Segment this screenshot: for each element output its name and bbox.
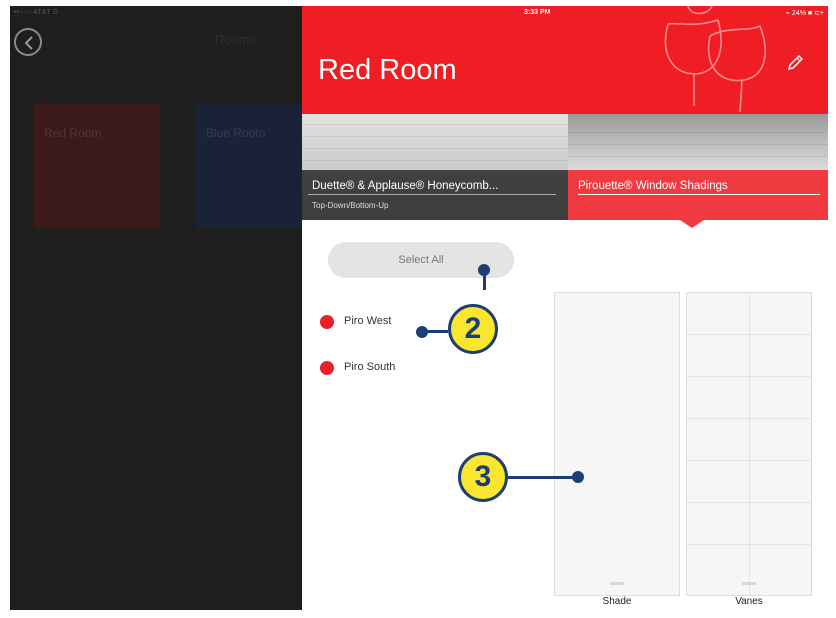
shade-label: Piro South bbox=[344, 361, 396, 373]
shade-status-dot bbox=[320, 315, 334, 329]
shade-handle[interactable] bbox=[610, 582, 624, 585]
rooms-title: Rooms bbox=[215, 32, 257, 47]
status-time: 3:33 PM bbox=[524, 9, 551, 16]
rooms-pane-dimmed: ••○○○ AT&T ☰ Rooms Red Room Blue Room bbox=[10, 6, 322, 610]
callout-leader-dot bbox=[478, 264, 490, 276]
product-caption: Duette® & Applause® Honeycomb... Top-Dow… bbox=[302, 170, 568, 220]
shade-position-slider[interactable] bbox=[554, 292, 680, 596]
back-button[interactable] bbox=[14, 28, 42, 56]
callout-2: 2 bbox=[448, 304, 498, 354]
room-detail-pane: 3:33 PM ⌁ 24% ■ ⊂+ Red Room Duette® & Ap… bbox=[302, 6, 828, 610]
callout-leader bbox=[508, 476, 576, 479]
product-caption: Pirouette® Window Shadings bbox=[568, 170, 828, 220]
stage: ••○○○ AT&T ☰ Rooms Red Room Blue Room 3:… bbox=[0, 0, 836, 618]
room-title: Red Room bbox=[318, 54, 457, 86]
pencil-icon[interactable] bbox=[786, 54, 804, 72]
status-carrier: ••○○○ AT&T ☰ bbox=[14, 9, 59, 16]
shade-label: Piro West bbox=[344, 315, 392, 327]
callout-leader-dot bbox=[572, 471, 584, 483]
shade-column-label: Shade bbox=[602, 596, 632, 607]
vanes-handle[interactable] bbox=[742, 582, 756, 585]
chevron-left-icon bbox=[24, 36, 33, 50]
product-tab-duette[interactable]: Duette® & Applause® Honeycomb... Top-Dow… bbox=[302, 114, 568, 220]
product-name: Pirouette® Window Shadings bbox=[578, 180, 728, 192]
callout-3: 3 bbox=[458, 452, 508, 502]
vanes-position-slider[interactable] bbox=[686, 292, 812, 596]
room-tile-red[interactable]: Red Room bbox=[34, 104, 160, 228]
room-tile-label: Blue Room bbox=[206, 126, 266, 140]
product-name: Duette® & Applause® Honeycomb... bbox=[312, 180, 499, 192]
vanes-column-label: Vanes bbox=[735, 596, 763, 607]
product-subtitle: Top-Down/Bottom-Up bbox=[312, 201, 389, 210]
shade-status-dot bbox=[320, 361, 334, 375]
tablet-screen: ••○○○ AT&T ☰ Rooms Red Room Blue Room 3:… bbox=[10, 6, 828, 610]
room-tile-label: Red Room bbox=[44, 126, 102, 140]
callout-leader-dot bbox=[416, 326, 428, 338]
product-tab-pirouette[interactable]: Pirouette® Window Shadings bbox=[568, 114, 828, 220]
room-header: 3:33 PM ⌁ 24% ■ ⊂+ Red Room bbox=[302, 6, 828, 114]
product-strip: Duette® & Applause® Honeycomb... Top-Dow… bbox=[302, 114, 828, 220]
selected-product-pointer bbox=[680, 220, 704, 228]
